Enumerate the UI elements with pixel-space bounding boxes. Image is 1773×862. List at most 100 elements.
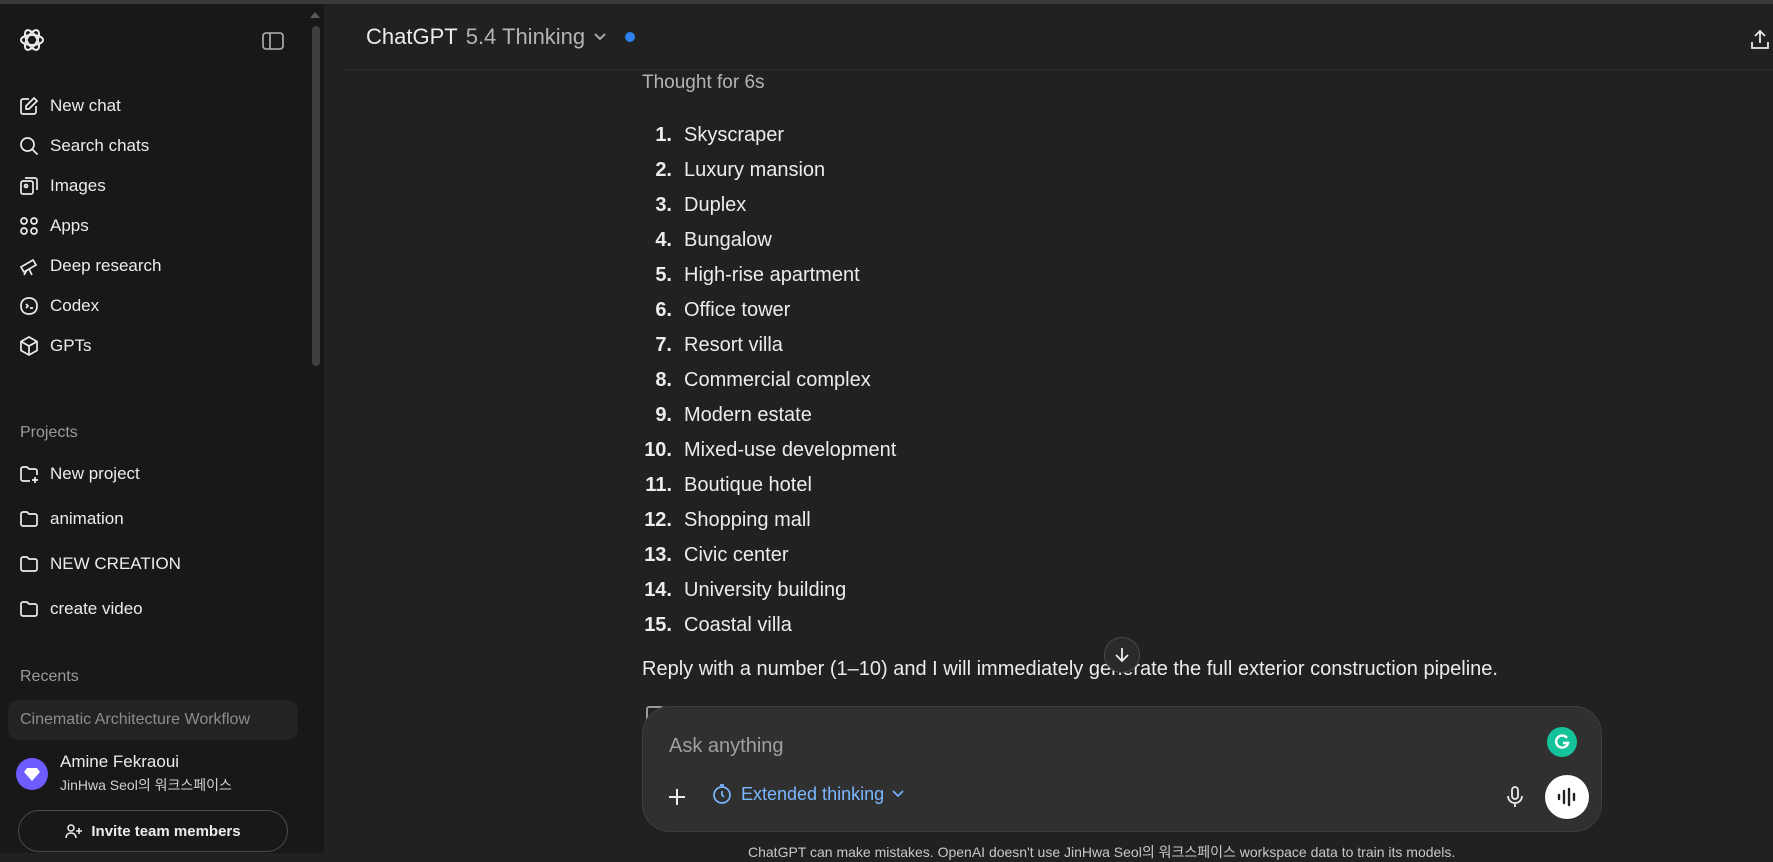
- sidebar-scrollbar[interactable]: [312, 26, 320, 366]
- sidebar-item-images[interactable]: Images: [18, 170, 298, 202]
- grammarly-icon[interactable]: [1547, 727, 1577, 757]
- people-add-icon: [65, 824, 83, 839]
- list-text: Civic center: [684, 544, 789, 566]
- sidebar-item-label: create video: [50, 599, 143, 618]
- folder-icon: [20, 556, 38, 572]
- plus-icon[interactable]: [663, 783, 691, 811]
- folder-icon: [20, 601, 38, 617]
- list-item: 1. Skyscraper: [640, 118, 896, 153]
- sidebar-item-label: New chat: [50, 96, 121, 115]
- list-text: Office tower: [684, 299, 791, 321]
- diamond-icon: [24, 767, 40, 781]
- chat-header: ChatGPT 5.4 Thinking: [342, 4, 1773, 70]
- list-text: Skyscraper: [684, 124, 785, 146]
- status-dot: [625, 32, 636, 42]
- list-number: 14.: [644, 579, 672, 601]
- list-item: 9. Modern estate: [640, 398, 896, 433]
- sidebar-item-project-new-creation[interactable]: NEW CREATION: [18, 548, 298, 580]
- list-text: Mixed-use development: [684, 439, 897, 461]
- list-number: 7.: [655, 334, 672, 356]
- list-text: University building: [684, 579, 847, 601]
- sidebar-item-deep-research[interactable]: Deep research: [18, 250, 298, 282]
- assistant-reply-text: Reply with a number (1–10) and I will im…: [642, 658, 1498, 680]
- list-number: 2.: [655, 159, 672, 181]
- sidebar-item-gpts[interactable]: GPTs: [18, 330, 298, 362]
- timer-icon: [713, 784, 731, 804]
- share-icon[interactable]: [1749, 28, 1771, 52]
- sidebar-toggle-icon[interactable]: [262, 32, 284, 50]
- list-number: 13.: [644, 544, 672, 566]
- microphone-icon[interactable]: [1503, 785, 1527, 809]
- list-number: 8.: [655, 369, 672, 391]
- list-item: 7. Resort villa: [640, 328, 896, 363]
- list-number: 11.: [645, 474, 672, 496]
- list-item: 10. Mixed-use development: [640, 433, 896, 468]
- recent-chat-item[interactable]: Cinematic Architecture Workflow: [8, 700, 298, 740]
- model-version: 5.4 Thinking: [465, 24, 586, 49]
- waveform-icon: [1557, 787, 1576, 807]
- list-item: 3. Duplex: [640, 188, 896, 223]
- sidebar-item-label: Search chats: [50, 136, 150, 155]
- sidebar-item-search-chats[interactable]: Search chats: [18, 130, 298, 162]
- sidebar-item-label: Apps: [50, 216, 89, 235]
- list-number: 9.: [655, 404, 672, 426]
- extended-thinking-button[interactable]: Extended thinking: [711, 783, 904, 805]
- arrow-down-icon: [1115, 648, 1129, 663]
- disclaimer-text: ChatGPT can make mistakes. OpenAI doesn'…: [748, 844, 1456, 860]
- sidebar-item-project-animation[interactable]: animation: [18, 503, 298, 535]
- scrollbar-up-arrow[interactable]: [310, 12, 320, 18]
- list-item: 5. High-rise apartment: [640, 258, 896, 293]
- pencil-square-icon: [20, 96, 39, 115]
- option-list: 1. Skyscraper 2. Luxury mansion 3. Duplex 4…: [640, 118, 896, 643]
- list-number: 3.: [655, 194, 672, 216]
- list-text: Commercial complex: [684, 369, 871, 391]
- sidebar-item-label: Images: [50, 176, 106, 195]
- workspace-name: JinHwa Seol의 워크스페이스: [60, 777, 232, 793]
- sidebar-item-new-chat[interactable]: New chat: [18, 90, 298, 122]
- prompt-input[interactable]: [669, 731, 1489, 761]
- list-number: 12.: [644, 509, 672, 531]
- sidebar-item-new-project[interactable]: New project: [18, 458, 298, 490]
- list-item: 6. Office tower: [640, 293, 896, 328]
- list-number: 15.: [644, 614, 672, 636]
- grammarly-g-icon: [1555, 734, 1570, 749]
- invite-label: Invite team members: [91, 822, 241, 840]
- mode-label: Extended thinking: [741, 783, 885, 804]
- voice-mode-button[interactable]: [1545, 775, 1589, 819]
- invite-team-button[interactable]: Invite team members: [18, 810, 288, 852]
- sidebar-item-project-create-video[interactable]: create video: [18, 593, 298, 625]
- chevron-down-icon: [594, 33, 606, 41]
- sidebar-item-label: Codex: [50, 296, 100, 315]
- list-number: 4.: [655, 229, 672, 251]
- list-number: 10.: [644, 439, 672, 461]
- list-item: 4. Bungalow: [640, 223, 896, 258]
- telescope-icon: [19, 258, 38, 276]
- cube-icon: [20, 336, 38, 356]
- user-name: Amine Fekraoui: [60, 752, 180, 771]
- list-text: Modern estate: [684, 404, 812, 426]
- folder-icon: [20, 511, 38, 527]
- apps-grid-icon: [20, 217, 38, 235]
- sidebar-item-codex[interactable]: Codex: [18, 290, 298, 322]
- user-menu[interactable]: Amine Fekraoui JinHwa Seol의 워크스페이스: [16, 752, 232, 795]
- list-text: Shopping mall: [684, 509, 811, 531]
- chevron-down-icon: [892, 790, 904, 798]
- openai-logo-icon[interactable]: [18, 26, 46, 54]
- list-text: High-rise apartment: [684, 264, 860, 286]
- list-item: 12. Shopping mall: [640, 503, 896, 538]
- projects-heading: Projects: [20, 424, 78, 441]
- scroll-to-bottom-button[interactable]: [1104, 637, 1140, 673]
- list-item: 8. Commercial complex: [640, 363, 896, 398]
- sidebar-item-label: animation: [50, 509, 124, 528]
- list-text: Bungalow: [684, 229, 772, 251]
- list-number: 5.: [655, 264, 672, 286]
- list-number: 1.: [655, 124, 672, 146]
- thought-duration[interactable]: Thought for 6s: [642, 72, 765, 94]
- composer: Extended thinking: [642, 706, 1602, 832]
- list-item: 11. Boutique hotel: [640, 468, 896, 503]
- sidebar-item-apps[interactable]: Apps: [18, 210, 298, 242]
- sidebar: New chat Search chats Images Apps Deep r…: [0, 4, 324, 853]
- model-selector[interactable]: ChatGPT 5.4 Thinking: [366, 24, 636, 50]
- search-icon: [20, 137, 39, 156]
- list-item: 13. Civic center: [640, 538, 896, 573]
